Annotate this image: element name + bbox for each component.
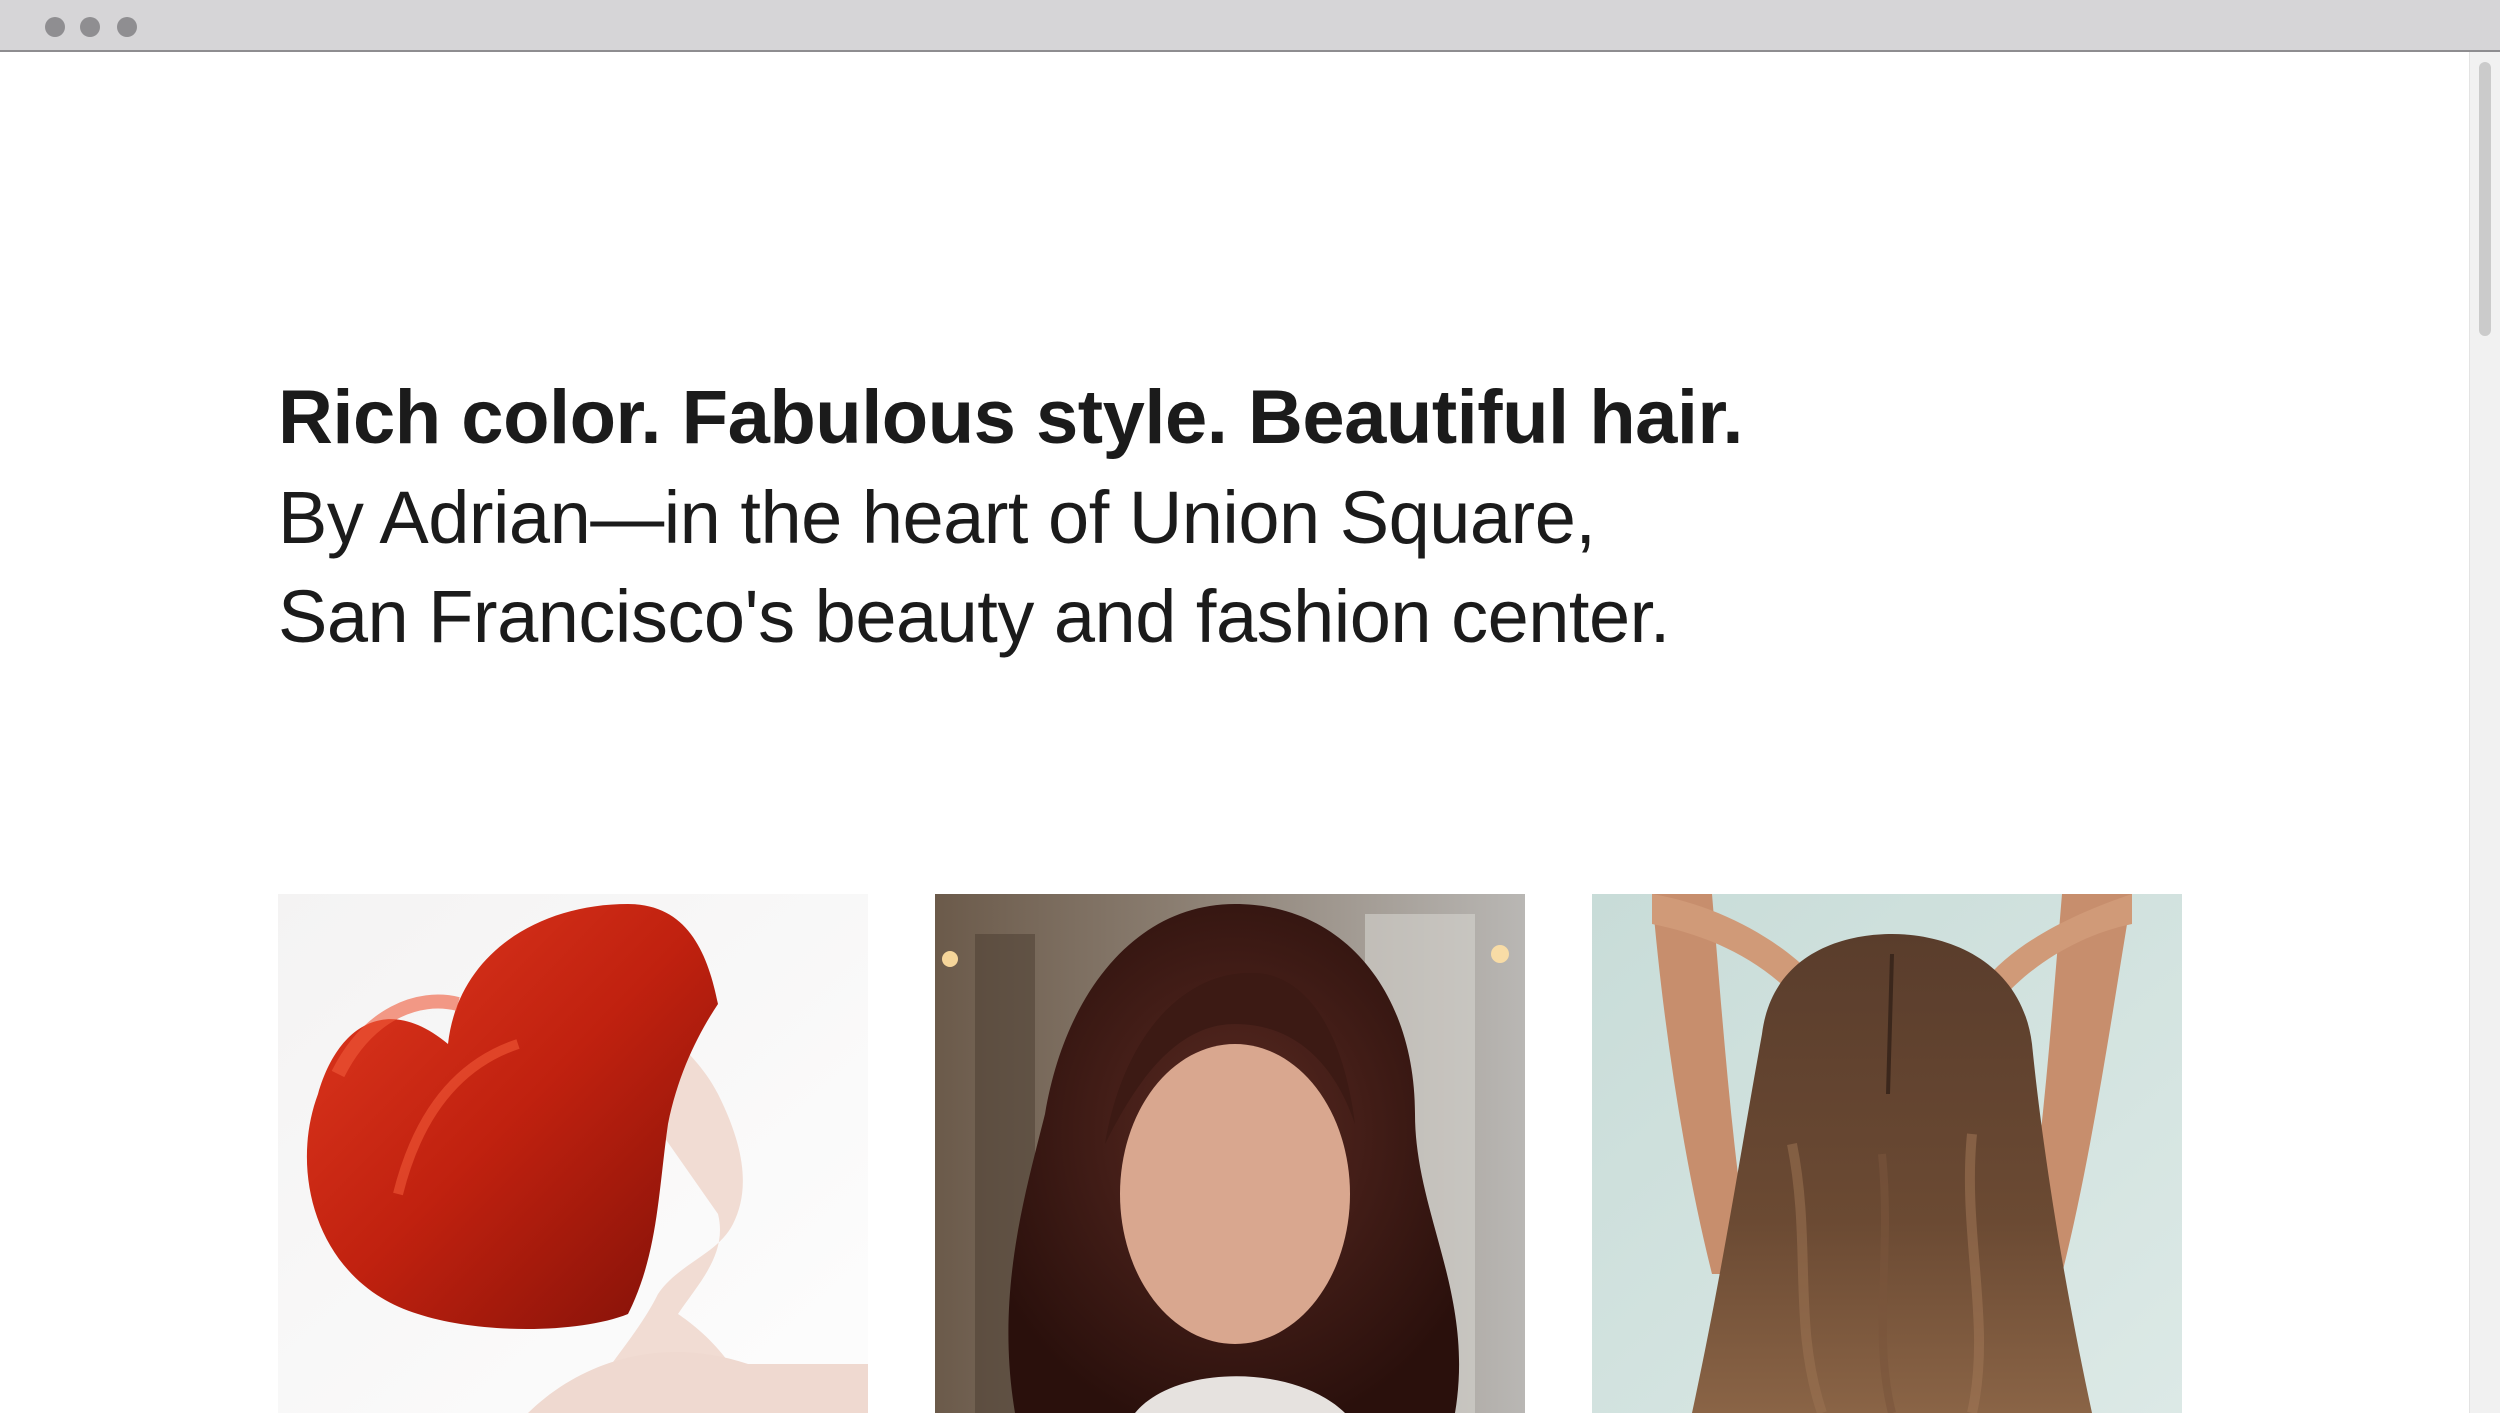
gallery-photo-red-bob[interactable]: [278, 894, 868, 1413]
zoom-icon[interactable]: [117, 17, 137, 37]
hero-headline: Rich color. Fabulous style. Beautiful ha…: [278, 375, 1744, 460]
gallery-photo-dark-wavy[interactable]: [935, 894, 1525, 1413]
gallery-photo-long-brown[interactable]: [1592, 894, 2182, 1413]
hero-section: Rich color. Fabulous style. Beautiful ha…: [278, 368, 1744, 666]
scrollbar-thumb[interactable]: [2479, 62, 2491, 336]
hero-subline-1: By Adrian—in the heart of Union Square,: [278, 476, 1596, 559]
photo-gallery: [278, 894, 2182, 1413]
minimize-icon[interactable]: [80, 17, 100, 37]
vertical-scrollbar[interactable]: [2469, 52, 2500, 1413]
close-icon[interactable]: [45, 17, 65, 37]
browser-titlebar: [0, 0, 2500, 52]
hero-subline-2: San Francisco's beauty and fashion cente…: [278, 575, 1670, 658]
